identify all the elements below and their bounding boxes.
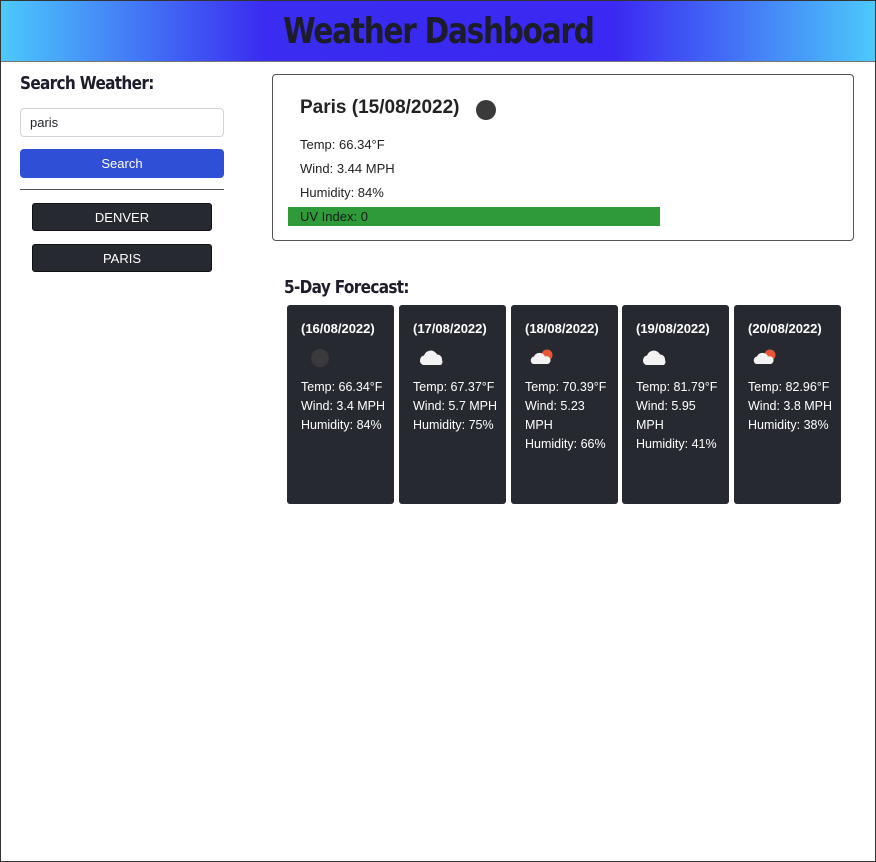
forecast-wind: Wind: 5.95 MPH	[636, 399, 696, 432]
forecast-details: Temp: 70.39°F Wind: 5.23 MPH Humidity: 6…	[525, 378, 613, 454]
forecast-temp: Temp: 67.37°F	[413, 380, 495, 394]
forecast-card: (17/08/2022) Temp: 67.37°F Wind: 5.7 MPH…	[399, 305, 506, 504]
forecast-details: Temp: 67.37°F Wind: 5.7 MPH Humidity: 75…	[413, 378, 501, 435]
forecast-date: (20/08/2022)	[748, 321, 822, 336]
cloud-icon	[419, 350, 443, 365]
forecast-date: (18/08/2022)	[525, 321, 599, 336]
page-title: Weather Dashboard	[282, 10, 595, 52]
sun-cloud-icon	[753, 349, 776, 364]
forecast-humidity: Humidity: 75%	[413, 418, 494, 432]
forecast-wind: Wind: 5.7 MPH	[413, 399, 498, 413]
search-button[interactable]: Search	[20, 149, 224, 178]
forecast-temp: Temp: 82.96°F	[748, 380, 830, 394]
forecast-details: Temp: 81.79°F Wind: 5.95 MPH Humidity: 4…	[636, 378, 724, 454]
forecast-title: 5-Day Forecast:	[284, 277, 410, 298]
forecast-card: (18/08/2022) Temp: 70.39°F Wind: 5.23 MP…	[511, 305, 618, 504]
current-wind: Wind: 3.44 MPH	[300, 161, 395, 176]
forecast-date: (19/08/2022)	[636, 321, 710, 336]
search-input[interactable]	[20, 108, 224, 137]
forecast-temp: Temp: 66.34°F	[301, 380, 383, 394]
forecast-wind: Wind: 5.23 MPH	[525, 399, 585, 432]
forecast-details: Temp: 82.96°F Wind: 3.8 MPH Humidity: 38…	[748, 378, 836, 435]
forecast-temp: Temp: 81.79°F	[636, 380, 718, 394]
forecast-date: (16/08/2022)	[301, 321, 375, 336]
history-button-paris[interactable]: PARIS	[32, 244, 212, 272]
sun-cloud-icon	[530, 349, 553, 364]
forecast-humidity: Humidity: 84%	[301, 418, 382, 432]
app-header: Weather Dashboard	[1, 1, 875, 62]
search-title: Search Weather:	[20, 73, 154, 94]
forecast-temp: Temp: 70.39°F	[525, 380, 607, 394]
current-weather-card: Paris (15/08/2022) Temp: 66.34°F Wind: 3…	[272, 74, 854, 241]
uv-index-badge: UV Index: 0	[288, 207, 660, 226]
uv-index-label: UV Index: 0	[300, 209, 368, 224]
forecast-humidity: Humidity: 41%	[636, 437, 717, 451]
forecast-card: (16/08/2022) Temp: 66.34°F Wind: 3.4 MPH…	[287, 305, 394, 504]
forecast-card: (20/08/2022) Temp: 82.96°F Wind: 3.8 MPH…	[734, 305, 841, 504]
forecast-date: (17/08/2022)	[413, 321, 487, 336]
dark-moon-icon	[476, 100, 496, 120]
dark-moon-icon	[311, 349, 329, 367]
forecast-wind: Wind: 3.4 MPH	[301, 399, 386, 413]
current-city-heading: Paris (15/08/2022)	[300, 97, 460, 118]
cloud-icon	[642, 350, 666, 365]
current-temp: Temp: 66.34°F	[300, 137, 385, 152]
forecast-wind: Wind: 3.8 MPH	[748, 399, 833, 413]
history-button-denver[interactable]: DENVER	[32, 203, 212, 231]
forecast-humidity: Humidity: 66%	[525, 437, 606, 451]
forecast-details: Temp: 66.34°F Wind: 3.4 MPH Humidity: 84…	[301, 378, 389, 435]
sidebar-divider	[20, 189, 224, 190]
forecast-humidity: Humidity: 38%	[748, 418, 829, 432]
current-humidity: Humidity: 84%	[300, 185, 384, 200]
forecast-card: (19/08/2022) Temp: 81.79°F Wind: 5.95 MP…	[622, 305, 729, 504]
